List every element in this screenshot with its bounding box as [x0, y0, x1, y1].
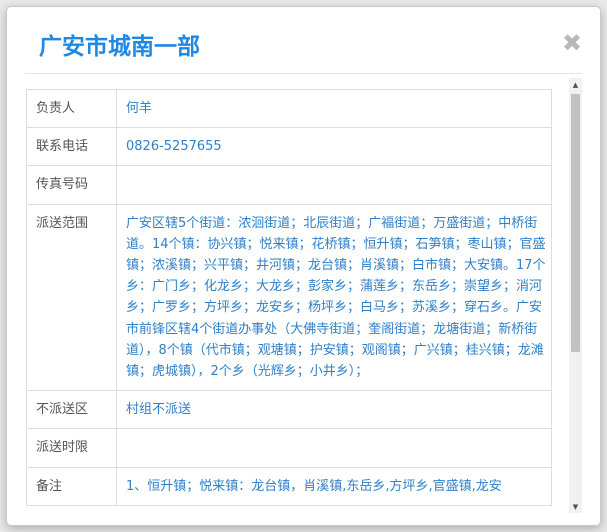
- row-label: 备注: [26, 466, 117, 506]
- table-row-fax: 传真号码: [26, 165, 552, 205]
- row-label: 派送时限: [26, 428, 117, 468]
- row-value: [116, 165, 552, 205]
- table-row-delivery-area: 派送范围 广安区辖5个街道：浓洄街道；北辰街道；广福街道；万盛街道；中桥街道。1…: [26, 203, 552, 392]
- row-value: 何羊: [116, 88, 552, 129]
- info-table: 负责人 何羊 联系电话 0826-5257655 传真号码 派送范围 广安区辖5…: [26, 88, 552, 506]
- row-value: 广安区辖5个街道：浓洄街道；北辰街道；广福街道；万盛街道；中桥街道。14个镇：协…: [116, 203, 552, 392]
- info-dialog: 广安市城南一部 ✖ 负责人 何羊 联系电话 0826-5257655 传真号码: [6, 6, 601, 526]
- row-label: 派送范围: [26, 203, 117, 392]
- scroll-content: 负责人 何羊 联系电话 0826-5257655 传真号码 派送范围 广安区辖5…: [26, 88, 552, 506]
- scroll-up-icon[interactable]: ▲: [569, 78, 582, 91]
- row-label: 联系电话: [26, 127, 117, 167]
- dialog-header: 广安市城南一部 ✖: [25, 7, 582, 74]
- close-icon[interactable]: ✖: [560, 31, 584, 55]
- table-row-phone: 联系电话 0826-5257655: [26, 127, 552, 167]
- table-row-remarks: 备注 1、恒升镇；悦来镇：龙台镇，肖溪镇,东岳乡,方坪乡,官盛镇,龙安: [26, 466, 552, 506]
- row-value: 1、恒升镇；悦来镇：龙台镇，肖溪镇,东岳乡,方坪乡,官盛镇,龙安: [116, 466, 552, 506]
- dialog-title: 广安市城南一部: [39, 34, 200, 60]
- table-row-manager: 负责人 何羊: [26, 88, 552, 129]
- row-label: 传真号码: [26, 165, 117, 205]
- row-value: [116, 428, 552, 468]
- scroll-down-icon[interactable]: ▼: [569, 500, 582, 513]
- table-row-no-delivery-area: 不派送区 村组不派送: [26, 390, 552, 430]
- table-row-delivery-time: 派送时限: [26, 428, 552, 468]
- dialog-body: 负责人 何羊 联系电话 0826-5257655 传真号码 派送范围 广安区辖5…: [26, 74, 583, 519]
- scrollbar-thumb[interactable]: [571, 94, 580, 352]
- row-value: 村组不派送: [116, 390, 552, 430]
- row-label: 负责人: [26, 88, 117, 129]
- row-value: 0826-5257655: [116, 127, 552, 167]
- row-label: 不派送区: [26, 390, 117, 430]
- vertical-scrollbar[interactable]: ▲ ▼: [569, 78, 582, 513]
